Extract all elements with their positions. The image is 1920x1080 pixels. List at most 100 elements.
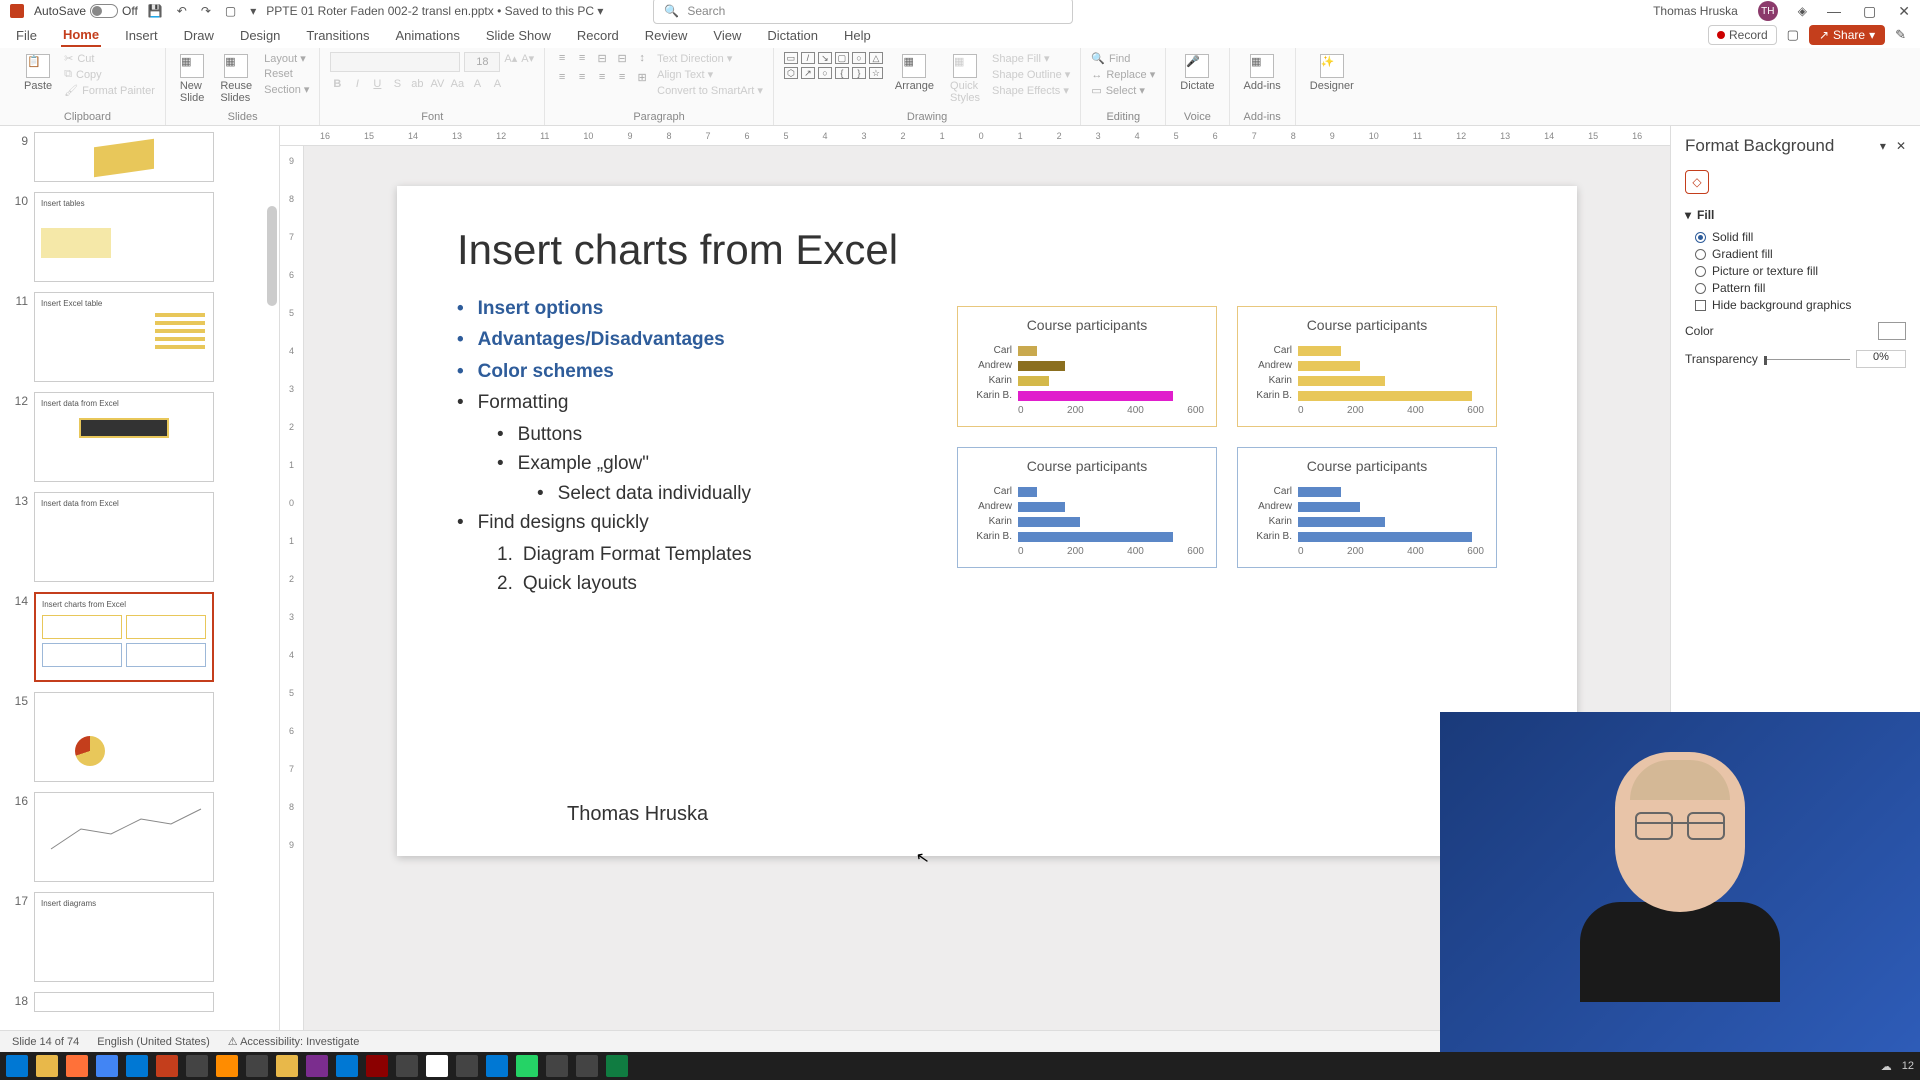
tab-design[interactable]: Design	[238, 25, 282, 46]
chart-1[interactable]: Course participantsCarlAndrewKarinKarin …	[957, 306, 1217, 427]
diamond-icon[interactable]: ◈	[1798, 4, 1807, 18]
tray-time[interactable]: 12	[1902, 1060, 1914, 1072]
autosave-toggle[interactable]: AutoSave Off	[34, 4, 138, 18]
avatar[interactable]: TH	[1758, 1, 1778, 21]
tab-animations[interactable]: Animations	[394, 25, 462, 46]
app-icon-4[interactable]	[366, 1055, 388, 1077]
slide-title[interactable]: Insert charts from Excel	[457, 226, 1517, 274]
more-icon[interactable]: ▾	[250, 4, 256, 18]
thumb-14[interactable]: Insert charts from Excel	[34, 592, 214, 682]
app-icon-7[interactable]	[456, 1055, 478, 1077]
app-icon-10[interactable]	[576, 1055, 598, 1077]
scrollbar[interactable]	[267, 206, 277, 306]
dictate-button[interactable]: 🎤Dictate	[1176, 52, 1218, 94]
transparency-slider[interactable]	[1764, 359, 1850, 360]
outlook-icon[interactable]	[126, 1055, 148, 1077]
tab-insert[interactable]: Insert	[123, 25, 160, 46]
reset-button[interactable]: Reset	[264, 68, 309, 80]
pane-dropdown-icon[interactable]: ▾	[1880, 139, 1886, 153]
slide-counter[interactable]: Slide 14 of 74	[12, 1036, 79, 1048]
tray-weather-icon[interactable]: ☁	[1881, 1060, 1892, 1073]
thumb-13[interactable]: Insert data from Excel	[34, 492, 214, 582]
tab-draw[interactable]: Draw	[182, 25, 216, 46]
replace-button[interactable]: ↔ Replace ▾	[1091, 68, 1155, 81]
start-button[interactable]	[6, 1055, 28, 1077]
language[interactable]: English (United States)	[97, 1036, 210, 1048]
pattern-fill-radio[interactable]: Pattern fill	[1695, 281, 1906, 295]
picture-fill-radio[interactable]: Picture or texture fill	[1695, 264, 1906, 278]
undo-icon[interactable]: ↶	[177, 4, 187, 18]
user-name[interactable]: Thomas Hruska	[1653, 4, 1738, 18]
powerpoint-icon[interactable]	[156, 1055, 178, 1077]
share-button[interactable]: ↗Share▾	[1809, 25, 1885, 45]
slide-thumbnails[interactable]: 9 10Insert tables 11Insert Excel table 1…	[0, 126, 280, 1058]
find-button[interactable]: 🔍 Find	[1091, 52, 1155, 65]
charts[interactable]: Course participantsCarlAndrewKarinKarin …	[957, 306, 1497, 568]
thumb-11[interactable]: Insert Excel table	[34, 292, 214, 382]
chart-4[interactable]: Course participantsCarlAndrewKarinKarin …	[1237, 447, 1497, 568]
thumb-17[interactable]: Insert diagrams	[34, 892, 214, 982]
thumb-12[interactable]: Insert data from Excel	[34, 392, 214, 482]
present-mode-icon[interactable]: ▢	[1787, 27, 1799, 43]
arrange-button[interactable]: ▦Arrange	[891, 52, 938, 94]
thumb-10[interactable]: Insert tables	[34, 192, 214, 282]
edge-icon[interactable]	[336, 1055, 358, 1077]
chart-3[interactable]: Course participantsCarlAndrewKarinKarin …	[957, 447, 1217, 568]
app-icon-3[interactable]	[276, 1055, 298, 1077]
redo-icon[interactable]: ↷	[201, 4, 211, 18]
shapes-gallery[interactable]: ▭/↘▢○△⬡↗○{}☆	[784, 52, 883, 79]
paste-button[interactable]: 📋Paste	[20, 52, 56, 94]
designer-button[interactable]: ✨Designer	[1306, 52, 1358, 94]
section-button[interactable]: Section ▾	[264, 83, 309, 96]
reuse-slides-button[interactable]: ▦Reuse Slides	[216, 52, 256, 106]
slide-footer[interactable]: Thomas Hruska	[567, 803, 708, 826]
tab-home[interactable]: Home	[61, 24, 101, 47]
chrome-icon[interactable]	[96, 1055, 118, 1077]
record-button[interactable]: Record	[1708, 25, 1777, 45]
app-icon-8[interactable]	[486, 1055, 508, 1077]
layout-button[interactable]: Layout ▾	[264, 52, 309, 65]
new-slide-button[interactable]: ▦New Slide	[176, 52, 208, 106]
fill-tab-icon[interactable]: ◇	[1685, 170, 1709, 194]
present-icon[interactable]: ▢	[225, 4, 236, 18]
firefox-icon[interactable]	[66, 1055, 88, 1077]
solid-fill-radio[interactable]: Solid fill	[1695, 230, 1906, 244]
thumb-18[interactable]	[34, 992, 214, 1012]
select-button[interactable]: ▭ Select ▾	[1091, 84, 1155, 97]
fill-section-header[interactable]: ▾Fill	[1685, 208, 1906, 222]
tab-slideshow[interactable]: Slide Show	[484, 25, 553, 46]
onenote-icon[interactable]	[306, 1055, 328, 1077]
tab-transitions[interactable]: Transitions	[304, 25, 371, 46]
tab-review[interactable]: Review	[643, 25, 690, 46]
tab-file[interactable]: File	[14, 25, 39, 46]
thumb-16[interactable]	[34, 792, 214, 882]
explorer-icon[interactable]	[36, 1055, 58, 1077]
app-icon-9[interactable]	[546, 1055, 568, 1077]
color-picker[interactable]	[1878, 322, 1906, 340]
pane-close-icon[interactable]: ✕	[1896, 139, 1906, 153]
tab-dictation[interactable]: Dictation	[765, 25, 820, 46]
thumb-15[interactable]	[34, 692, 214, 782]
whatsapp-icon[interactable]	[516, 1055, 538, 1077]
document-title[interactable]: PPTE 01 Roter Faden 002-2 transl en.pptx…	[266, 4, 603, 18]
accessibility[interactable]: ⚠ Accessibility: Investigate	[228, 1035, 360, 1048]
minimize-icon[interactable]: —	[1827, 3, 1841, 20]
vlc-icon[interactable]	[216, 1055, 238, 1077]
thumb-9[interactable]	[34, 132, 214, 182]
excel-icon[interactable]	[606, 1055, 628, 1077]
save-icon[interactable]: 💾	[148, 4, 163, 18]
maximize-icon[interactable]: ▢	[1863, 3, 1876, 20]
gradient-fill-radio[interactable]: Gradient fill	[1695, 247, 1906, 261]
slide[interactable]: Insert charts from Excel •Insert options…	[397, 186, 1577, 856]
addins-button[interactable]: ▦Add-ins	[1240, 52, 1285, 94]
app-icon-1[interactable]	[186, 1055, 208, 1077]
tab-record[interactable]: Record	[575, 25, 621, 46]
app-icon-2[interactable]	[246, 1055, 268, 1077]
transparency-input[interactable]: 0%	[1856, 350, 1906, 368]
search-input[interactable]: 🔍 Search	[653, 0, 1073, 24]
app-icon-5[interactable]	[396, 1055, 418, 1077]
app-icon-6[interactable]	[426, 1055, 448, 1077]
tab-view[interactable]: View	[711, 25, 743, 46]
comments-icon[interactable]: ✎	[1895, 27, 1906, 43]
hide-graphics-check[interactable]: Hide background graphics	[1695, 298, 1906, 312]
